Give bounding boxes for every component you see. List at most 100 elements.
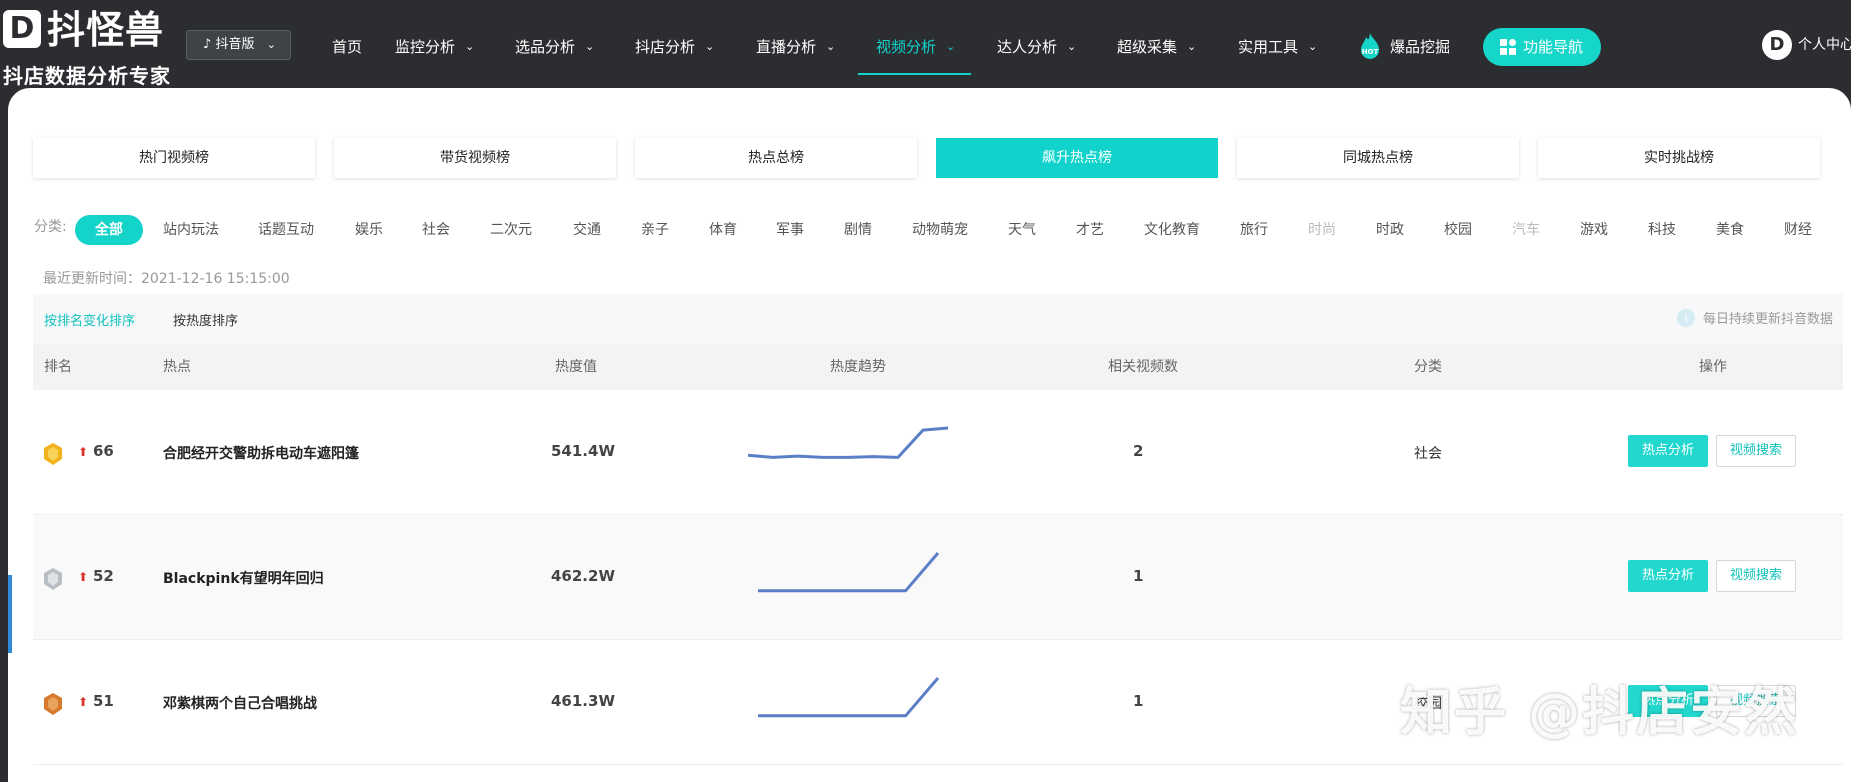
rank-number: 51 [93, 692, 114, 710]
rank-number: 66 [93, 442, 114, 460]
chevron-down-icon: ⌄ [585, 40, 595, 53]
col-rank: 排名 [44, 359, 72, 375]
nav-item-influencer[interactable]: 达人分析 ⌄ [997, 0, 1076, 88]
category-item[interactable]: 时尚 [1308, 215, 1336, 245]
category-item[interactable]: 亲子 [641, 215, 669, 245]
flame-hot-icon: HOT [1361, 33, 1379, 59]
table-header: 排名 热点 热度值 热度趋势 相关视频数 分类 操作 [33, 344, 1843, 390]
col-heat: 热度值 [555, 359, 597, 375]
category-item[interactable]: 时政 [1376, 215, 1404, 245]
category-item[interactable]: 动物萌宠 [912, 215, 968, 245]
category-item[interactable]: 剧情 [844, 215, 872, 245]
tab-sales-videos[interactable]: 带货视频榜 [334, 138, 616, 178]
heat-value: 541.4W [551, 442, 615, 460]
rank-number: 52 [93, 567, 114, 585]
topic-title[interactable]: 合肥经开交警助拆电动车遮阳篷 [163, 443, 359, 463]
chevron-down-icon: ⌄ [266, 38, 276, 51]
update-note: i 每日持续更新抖音数据 [1676, 308, 1833, 327]
nav-item-monitor[interactable]: 监控分析 ⌄ [395, 0, 474, 88]
category-item[interactable]: 美食 [1716, 215, 1744, 245]
category-item[interactable]: 汽车 [1512, 215, 1540, 245]
update-note-text: 每日持续更新抖音数据 [1702, 312, 1833, 327]
category-all[interactable]: 全部 [75, 215, 143, 245]
category-item[interactable]: 话题互动 [258, 215, 314, 245]
col-topic: 热点 [163, 359, 191, 375]
category-item[interactable]: 体育 [709, 215, 737, 245]
category-item[interactable]: 才艺 [1076, 215, 1104, 245]
category-item[interactable]: 社会 [422, 215, 450, 245]
brand-logo[interactable]: D 抖怪兽 抖店数据分析专家 [3, 4, 173, 88]
nav-item-shop[interactable]: 抖店分析 ⌄ [635, 0, 714, 88]
category-item[interactable]: 交通 [573, 215, 601, 245]
sort-by-rank-change[interactable]: 按排名变化排序 [44, 310, 135, 329]
nav-item-home[interactable]: 首页 [332, 0, 362, 88]
related-video-count: 1 [1133, 692, 1144, 710]
chevron-down-icon: ⌄ [1067, 40, 1077, 53]
tab-hot-videos[interactable]: 热门视频榜 [33, 138, 315, 178]
category-item[interactable]: 军事 [776, 215, 804, 245]
category-item[interactable]: 二次元 [490, 215, 532, 245]
col-video-count: 相关视频数 [1108, 359, 1178, 375]
nav-item-hot-products[interactable]: HOT 爆品挖掘 [1358, 30, 1450, 62]
trend-line [748, 426, 949, 459]
video-search-button[interactable]: 视频搜索 [1716, 560, 1796, 592]
heat-trend-sparkline [758, 677, 940, 718]
sort-bar: 按排名变化排序 按热度排序 i 每日持续更新抖音数据 [33, 294, 1843, 344]
video-search-button[interactable]: 视频搜索 [1716, 435, 1796, 467]
top-nav-bar: D 抖怪兽 抖店数据分析专家 ♪ 抖音版 ⌄ 首页 监控分析 ⌄ 选品分析 ⌄ 抖店… [0, 0, 1851, 88]
brand-mark-icon: D [3, 10, 41, 48]
nav-item-video[interactable]: 视频分析 ⌄ [857, 0, 972, 88]
hot-products-label: 爆品挖掘 [1390, 38, 1451, 56]
tab-hot-topics[interactable]: 热点总榜 [635, 138, 917, 178]
sort-by-heat[interactable]: 按热度排序 [173, 310, 238, 329]
info-icon: i [1676, 309, 1695, 327]
tab-local-topics[interactable]: 同城热点榜 [1237, 138, 1519, 178]
trend-line [758, 552, 940, 593]
user-center-link[interactable]: D 个人中心 [1762, 30, 1851, 60]
rank-up-arrow-icon: ⬆ [78, 445, 89, 459]
chevron-down-icon: ⌄ [705, 40, 715, 53]
category-item[interactable]: 校园 [1444, 215, 1472, 245]
category-item[interactable]: 旅行 [1240, 215, 1268, 245]
platform-version-select[interactable]: ♪ 抖音版 ⌄ [186, 30, 291, 60]
nav-item-product[interactable]: 选品分析 ⌄ [515, 0, 594, 88]
category-item[interactable]: 科技 [1648, 215, 1676, 245]
topic-title[interactable]: 邓紫棋两个自己合唱挑战 [163, 693, 317, 713]
heat-value: 461.3W [551, 692, 615, 710]
nav-item-tools[interactable]: 实用工具 ⌄ [1238, 0, 1317, 88]
topic-category: 社会 [1414, 446, 1442, 462]
trend-line [758, 677, 940, 718]
col-category: 分类 [1414, 359, 1442, 375]
hot-analysis-button[interactable]: 热点分析 [1628, 560, 1708, 592]
related-video-count: 2 [1133, 442, 1144, 460]
table-row: ⬆ 51 邓紫棋两个自己合唱挑战 461.3W 1 校园 热点分析 视频搜索 [33, 640, 1843, 765]
category-item[interactable]: 娱乐 [355, 215, 383, 245]
video-search-button[interactable]: 视频搜索 [1716, 685, 1796, 717]
nav-item-live[interactable]: 直播分析 ⌄ [756, 0, 835, 88]
tab-rising-topics[interactable]: 飙升热点榜 [936, 138, 1218, 178]
user-center-label: 个人中心 [1798, 37, 1851, 53]
avatar: D [1762, 30, 1792, 60]
category-item[interactable]: 财经 [1784, 215, 1812, 245]
table-row: ⬆ 66 合肥经开交警助拆电动车遮阳篷 541.4W 2 社会 热点分析 视频搜… [33, 390, 1843, 515]
chevron-down-icon: ⌄ [826, 40, 836, 53]
tab-live-challenges[interactable]: 实时挑战榜 [1538, 138, 1820, 178]
feature-guide-button[interactable]: 功能导航 [1483, 28, 1601, 66]
silver-medal-icon [44, 568, 62, 590]
platform-version-value: 抖音版 [215, 37, 255, 52]
chevron-down-icon: ⌄ [1308, 40, 1318, 53]
category-item[interactable]: 站内玩法 [163, 215, 219, 245]
hot-analysis-button[interactable]: 热点分析 [1628, 435, 1708, 467]
category-item[interactable]: 游戏 [1580, 215, 1608, 245]
rank-up-arrow-icon: ⬆ [78, 695, 89, 709]
topic-title[interactable]: Blackpink有望明年回归 [163, 568, 324, 588]
topic-category: 校园 [1414, 696, 1442, 712]
main-content-panel: 热门视频榜 带货视频榜 热点总榜 飙升热点榜 同城热点榜 实时挑战榜 分类: 全… [8, 88, 1851, 782]
category-item[interactable]: 文化教育 [1144, 215, 1200, 245]
category-item[interactable]: 天气 [1008, 215, 1036, 245]
side-scroll-indicator [8, 575, 12, 653]
heat-trend-sparkline [758, 552, 940, 593]
hot-analysis-button[interactable]: 热点分析 [1628, 685, 1708, 717]
nav-item-collect[interactable]: 超级采集 ⌄ [1117, 0, 1196, 88]
tiktok-icon: ♪ [203, 37, 212, 52]
